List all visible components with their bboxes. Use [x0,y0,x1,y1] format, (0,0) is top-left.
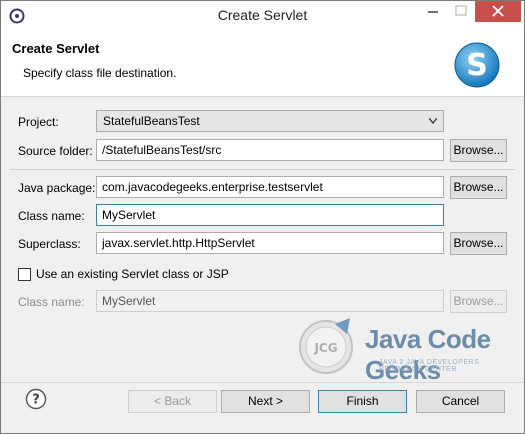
use-existing-label[interactable]: Use an existing Servlet class or JSP [36,267,229,281]
maximize-button[interactable] [447,1,475,22]
wizard-banner: Create Servlet Specify class file destin… [1,31,524,97]
maximize-icon [455,5,467,16]
minimize-icon [428,11,438,13]
separator [10,169,515,170]
source-folder-label: Source folder: [18,144,93,158]
java-package-browse-button[interactable]: Browse... [450,176,507,199]
next-button[interactable]: Next > [221,390,310,413]
project-combo[interactable]: StatefulBeansTest [96,110,444,132]
java-package-label: Java package: [18,181,96,195]
svg-text:?: ? [32,393,40,408]
source-folder-input[interactable]: /StatefulBeansTest/src [96,139,444,161]
java-package-input[interactable]: com.javacodegeeks.enterprise.testservlet [96,176,444,198]
jcg-logo-icon: JCG [299,318,353,374]
title-bar: Create Servlet [1,1,524,31]
watermark-subtext: JAVA 2 JAVA DEVELOPERS RESOURCE CENTER [379,359,480,373]
cancel-button[interactable]: Cancel [416,390,505,413]
source-folder-browse-button[interactable]: Browse... [450,139,507,162]
use-existing-checkbox[interactable] [18,268,31,281]
jcg-badge-text: JCG [313,341,337,355]
existing-class-name-label: Class name: [18,295,85,309]
existing-class-browse-button: Browse... [450,290,507,313]
close-button[interactable] [475,1,521,22]
java-code-geeks-watermark: JCG Java Code Geeks JAVA 2 JAVA DEVELOPE… [295,316,517,385]
class-name-input[interactable]: MyServlet [96,204,444,226]
superclass-label: Superclass: [18,237,81,251]
project-label: Project: [18,115,59,129]
project-value: StatefulBeansTest [103,114,200,128]
banner-title: Create Servlet [12,41,100,56]
minimize-button[interactable] [419,1,447,22]
class-name-label: Class name: [18,209,85,223]
create-servlet-dialog: Create Servlet Create Servlet Specify cl… [0,0,525,434]
chevron-down-icon [429,118,437,124]
servlet-s-logo-icon: S [454,42,500,88]
close-icon [492,5,504,17]
superclass-browse-button[interactable]: Browse... [450,232,507,255]
existing-class-name-input: MyServlet [96,290,444,312]
banner-description: Specify class file destination. [23,66,177,80]
svg-text:S: S [466,48,488,83]
superclass-input[interactable]: javax.servlet.http.HttpServlet [96,232,444,254]
help-icon[interactable]: ? [25,388,47,410]
finish-button[interactable]: Finish [318,390,407,413]
back-button: < Back [128,390,217,413]
watermark-text: Java Code Geeks [365,324,491,385]
